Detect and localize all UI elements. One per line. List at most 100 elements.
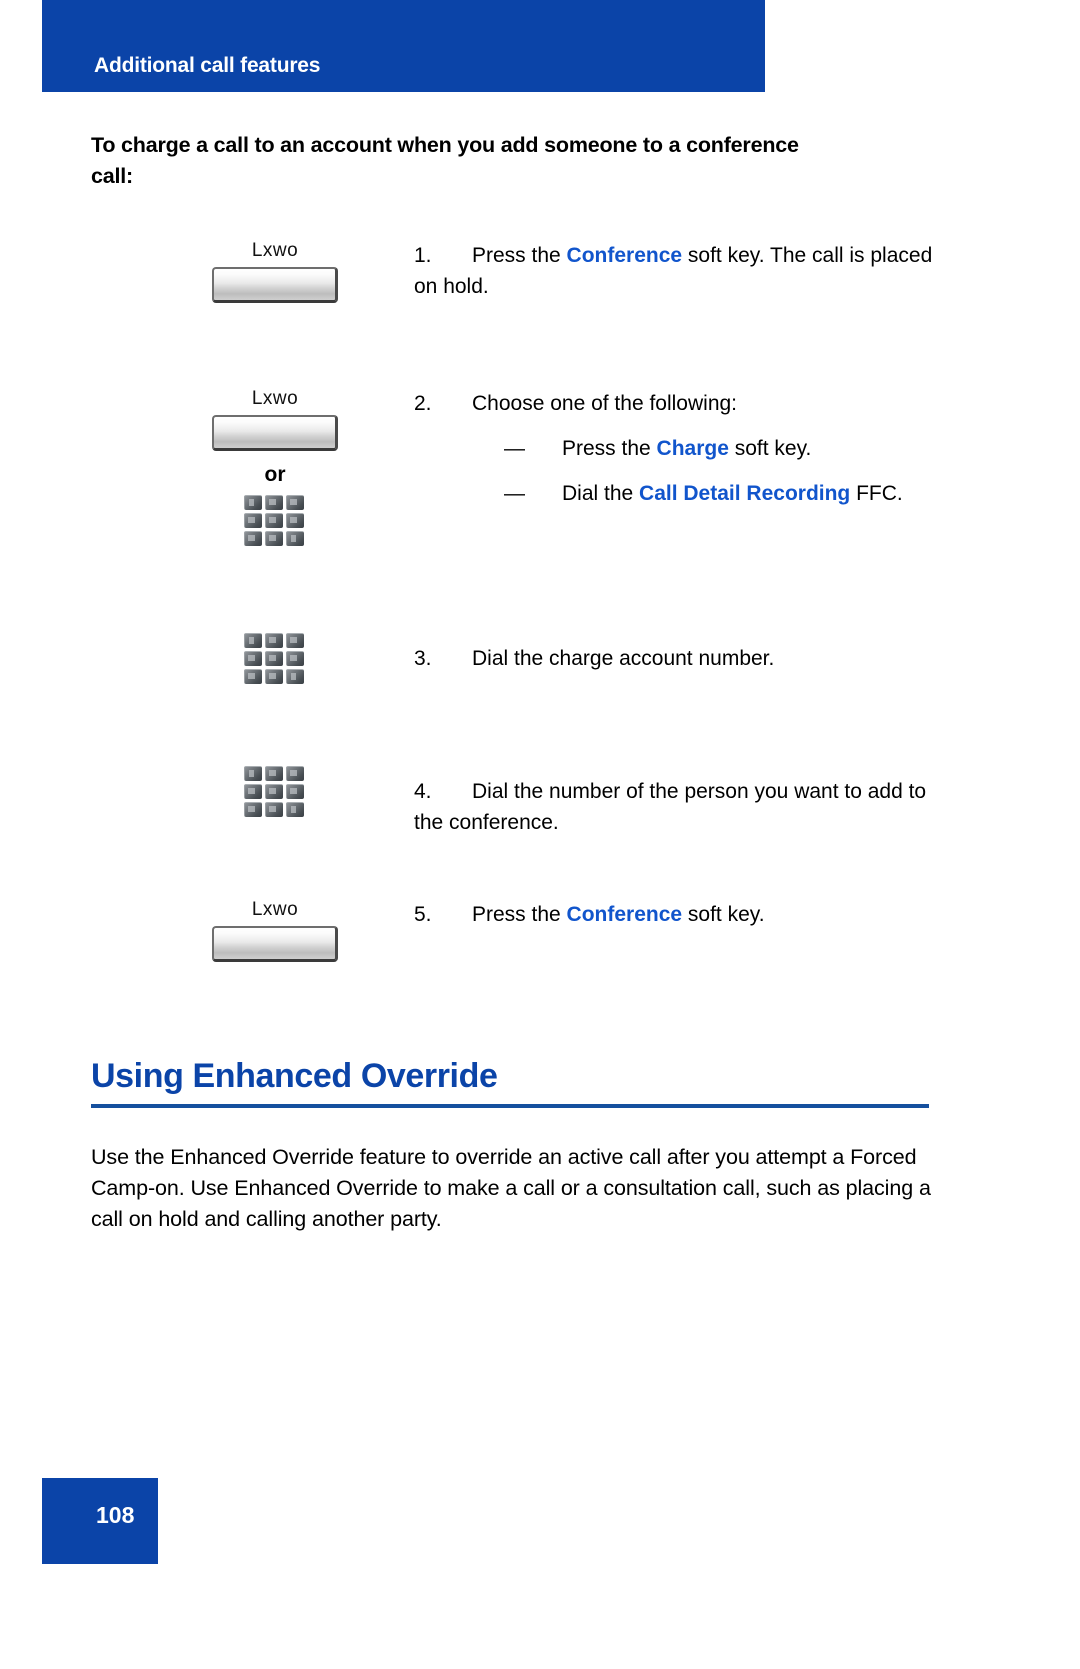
keypad-key-icon [264,802,283,817]
dialpad-keypad-icon [242,495,308,549]
keypad-row [242,495,308,510]
step-4-number: 4. [414,780,432,803]
step-1-body: Press the Conference soft key. The call … [414,244,932,298]
keypad-key-icon [264,513,283,528]
dialpad-keypad-icon [242,633,308,687]
sub-item-dash: — [504,482,525,505]
step-5-keyword: Conference [566,903,683,926]
keypad-key-icon [285,802,304,817]
keypad-key-icon [264,633,283,648]
softkey-label: Lxwo [251,240,299,261]
step-5-number: 5. [414,903,432,926]
step-5-text-after: soft key. [682,903,765,926]
keypad-key-icon [264,669,283,684]
step-1-text-before: Press the [472,244,567,267]
keypad-key-icon [243,766,262,781]
softkey-button-graphic: Lxwo [212,899,338,962]
sub-item-2-text: Dial the Call Detail Recording FFC. [562,478,944,509]
keypad-key-icon [243,513,262,528]
step-5-text: 5. Press the Conference soft key. [414,899,944,930]
section-heading: Using Enhanced Override [91,1057,498,1095]
keypad-row [242,766,308,781]
procedure-step-1: Lxwo 1. Press the Conference soft key. T… [0,240,1080,388]
softkey-button-icon [212,926,338,962]
sub-item-1-text-after: soft key. [728,437,812,460]
section-paragraph: Use the Enhanced Override feature to ove… [91,1145,931,1231]
or-connector-label: or [264,463,286,486]
page-number: 108 [96,1502,135,1528]
keypad-key-icon [285,651,304,666]
keypad-key-icon [285,784,304,799]
sub-item-dash: — [504,437,525,460]
procedure-step-5: Lxwo 5. Press the Conference soft key. [0,899,1080,1019]
section-heading-rule [91,1104,929,1108]
keypad-row [242,633,308,648]
sub-item-1-keyword: Charge [656,437,729,460]
softkey-button-graphic: Lxwo [212,388,338,451]
keypad-key-icon [285,766,304,781]
keypad-key-icon [264,651,283,666]
footer-page-box: 108 [42,1478,158,1564]
step-5-text-before: Press the [472,903,567,926]
task-heading: To charge a call to an account when you … [91,133,799,188]
keypad-key-icon [243,495,262,510]
softkey-button-icon [212,267,338,303]
keypad-key-icon [285,669,304,684]
step-3-icon-column [150,633,400,689]
keypad-key-icon [243,784,262,799]
step-3-text: 3. Dial the charge account number. [414,643,944,674]
keypad-row [242,513,308,528]
keypad-key-icon [243,669,262,684]
keypad-key-icon [264,766,283,781]
procedure-step-3: 3. Dial the charge account number. [0,633,1080,766]
step-4-text: 4. Dial the number of the person you wan… [414,776,944,838]
keypad-row [242,651,308,666]
procedure-step-2: Lxwo or 2. Choose one of the following: … [0,388,1080,633]
keypad-key-icon [243,633,262,648]
keypad-key-icon [243,531,262,546]
step-3-number: 3. [414,647,432,670]
header-banner-title: Additional call features [94,54,321,77]
step-1-number: 1. [414,244,432,267]
keypad-row [242,669,308,684]
step-1-keyword: Conference [566,244,683,267]
softkey-label: Lxwo [251,899,299,920]
procedure-list: Lxwo 1. Press the Conference soft key. T… [0,240,1080,1019]
keypad-key-icon [285,633,304,648]
sub-item-1-text: Press the Charge soft key. [562,433,944,464]
sub-item-2-text-before: Dial the [562,482,640,505]
keypad-key-icon [243,651,262,666]
step-1-text: 1. Press the Conference soft key. The ca… [414,240,944,302]
step-2-sub-item-2: — Dial the Call Detail Recording FFC. [472,478,944,509]
keypad-key-icon [285,531,304,546]
document-page: Additional call features To charge a cal… [0,0,1080,1669]
keypad-row [242,802,308,817]
softkey-label: Lxwo [251,388,299,409]
sub-item-2-text-after: FFC. [850,482,903,505]
keypad-row [242,784,308,799]
sub-item-1-text-before: Press the [562,437,657,460]
step-2-icon-column: Lxwo or [150,388,400,551]
step-1-icon-column: Lxwo [150,240,400,303]
header-banner: Additional call features [42,0,765,92]
step-2-body: Choose one of the following: [472,392,738,415]
keypad-row [242,531,308,546]
softkey-button-graphic: Lxwo [212,240,338,303]
keypad-key-icon [264,495,283,510]
dialpad-keypad-icon [242,766,308,820]
step-4-body: Dial the number of the person you want t… [414,780,927,834]
step-5-icon-column: Lxwo [150,899,400,962]
step-3-body: Dial the charge account number. [472,647,775,670]
step-5-body: Press the Conference soft key. [472,903,765,926]
keypad-key-icon [285,495,304,510]
keypad-key-icon [243,802,262,817]
step-4-icon-column [150,766,400,822]
softkey-button-icon [212,415,338,451]
sub-item-2-keyword: Call Detail Recording [639,482,851,505]
step-2-number: 2. [414,392,432,415]
step-2-sub-item-1: — Press the Charge soft key. [472,433,944,464]
step-2-text: 2. Choose one of the following: — Press … [414,388,944,509]
procedure-step-4: 4. Dial the number of the person you wan… [0,766,1080,899]
keypad-key-icon [264,784,283,799]
keypad-key-icon [285,513,304,528]
